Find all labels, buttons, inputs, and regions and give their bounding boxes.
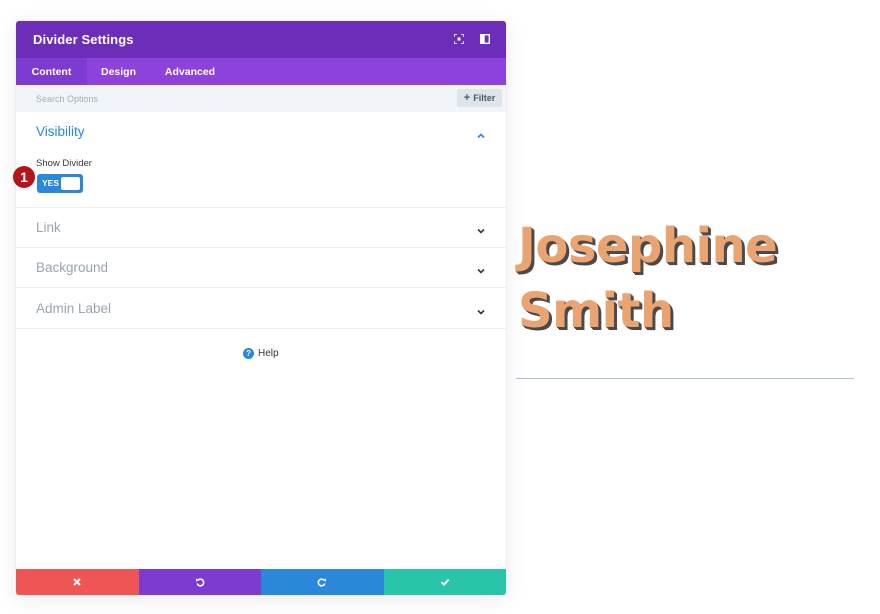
discard-button[interactable] <box>16 569 139 595</box>
section-link[interactable]: Link <box>16 208 506 248</box>
chevron-down-icon[interactable] <box>476 223 486 234</box>
close-icon <box>73 578 81 586</box>
search-input[interactable] <box>16 85 446 112</box>
help-link[interactable]: ? Help <box>243 348 279 359</box>
undo-icon <box>195 578 205 587</box>
toggle-value: YES <box>42 178 60 188</box>
undo-button[interactable] <box>138 569 261 595</box>
question-mark-icon: ? <box>243 348 254 359</box>
step-number-badge: 1 <box>13 166 35 188</box>
chevron-down-icon[interactable] <box>476 304 486 315</box>
modal-header: Divider Settings <box>16 21 506 58</box>
tab-design[interactable]: Design <box>87 58 150 85</box>
show-divider-label: Show Divider <box>36 158 92 169</box>
save-button[interactable] <box>383 569 506 595</box>
preview-name-line1: Josephine <box>518 218 778 274</box>
section-title-link[interactable]: Link <box>36 220 61 235</box>
chevron-down-icon[interactable] <box>476 263 486 274</box>
fullscreen-icon[interactable] <box>452 32 466 46</box>
section-visibility: Visibility Show Divider YES <box>16 112 506 208</box>
sidebar-layout-icon[interactable] <box>478 32 492 46</box>
section-title-visibility[interactable]: Visibility <box>36 124 85 139</box>
redo-button[interactable] <box>261 569 384 595</box>
toggle-knob <box>61 177 80 190</box>
checkmark-icon <box>440 578 450 587</box>
filter-label: Filter <box>473 93 496 103</box>
section-background[interactable]: Background <box>16 248 506 288</box>
search-bar: + Filter <box>16 85 506 112</box>
section-admin-label[interactable]: Admin Label <box>16 288 506 329</box>
preview-divider <box>516 378 854 379</box>
preview-name-line2: Smith <box>518 283 674 339</box>
tab-advanced[interactable]: Advanced <box>150 58 230 85</box>
modal-footer <box>16 569 506 595</box>
modal-title: Divider Settings <box>33 32 134 47</box>
divider-settings-modal: Divider Settings Content Design Advanced… <box>16 21 506 595</box>
tab-content[interactable]: Content <box>16 58 87 85</box>
chevron-up-icon[interactable] <box>476 128 486 139</box>
plus-icon: + <box>463 92 471 104</box>
redo-icon <box>317 578 327 587</box>
filter-button[interactable]: + Filter <box>457 89 502 107</box>
tab-bar: Content Design Advanced <box>16 58 506 85</box>
section-title-background[interactable]: Background <box>36 260 108 275</box>
show-divider-toggle[interactable]: YES <box>37 174 83 193</box>
help-label: Help <box>258 348 279 359</box>
section-title-admin-label[interactable]: Admin Label <box>36 301 111 316</box>
